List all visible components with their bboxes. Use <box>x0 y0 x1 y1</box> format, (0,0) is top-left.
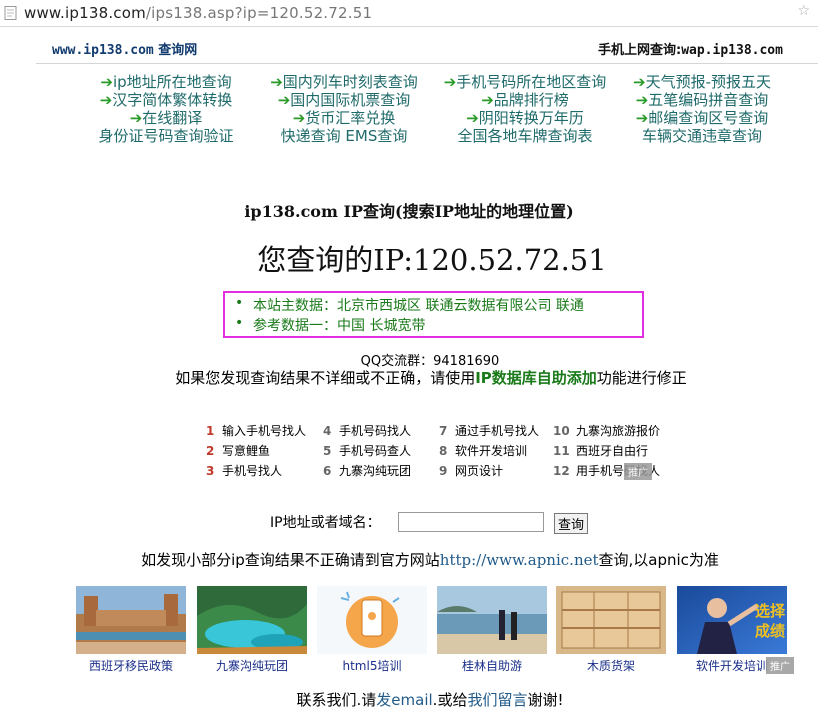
nav-link[interactable]: 全国各地车牌查询表 <box>436 127 614 145</box>
site-label: 查询网 <box>158 43 198 58</box>
nav-column-4: ➔天气预报-预报五天 ➔五笔编码拼音查询 ➔邮编查询区号查询 车辆交通违章查询 <box>622 73 782 145</box>
result-secondary: 参考数据一：中国 长城宽带 <box>235 315 425 335</box>
result-primary: 本站主数据：北京市西城区 联通云数据有限公司 联通 <box>235 295 584 315</box>
nav-link[interactable]: ➔品牌排行榜 <box>436 91 614 109</box>
result-box: 本站主数据：北京市西城区 联通云数据有限公司 联通 参考数据一：中国 长城宽带 <box>223 291 644 338</box>
apnic-link[interactable]: http://www.apnic.net <box>440 551 599 569</box>
gallery-image-5[interactable] <box>556 586 666 654</box>
ad-link[interactable]: 6 九寨沟纯玩团 <box>323 461 411 481</box>
ad-link[interactable]: 2 写意鲤鱼 <box>206 441 306 461</box>
nav-column-1: ➔ip地址所在地查询 ➔汉字简体繁体转换 ➔在线翻译 身份证号码查询验证 <box>92 73 240 145</box>
gallery-caption[interactable]: 木质货架 <box>556 657 666 674</box>
ad-link[interactable]: 4 手机号码找人 <box>323 421 411 441</box>
wap-domain: wap.ip138.com <box>681 43 783 58</box>
ip-domain-input[interactable] <box>398 512 544 532</box>
nav-link[interactable]: ➔货币汇率兑换 <box>262 109 426 127</box>
nav-column-2: ➔国内列车时刻表查询 ➔国内国际机票查询 ➔货币汇率兑换 快递查询 EMS查询 <box>262 73 426 145</box>
nav-link[interactable]: 快递查询 EMS查询 <box>262 127 426 145</box>
ad-column-2: 4 手机号码找人 5 手机号码查人 6 九寨沟纯玩团 <box>323 421 411 481</box>
address-bar[interactable]: www.ip138.com/ips138.asp?ip=120.52.72.51… <box>0 0 818 27</box>
nav-link[interactable]: ➔天气预报-预报五天 <box>622 73 782 91</box>
banner-text-2: 成绩 <box>755 622 785 640</box>
ip-value: 120.52.72.51 <box>413 243 607 277</box>
nav-link[interactable]: ➔国内国际机票查询 <box>262 91 426 109</box>
page-title: ip138.com IP查询(搜索IP地址的地理位置) <box>244 202 574 221</box>
url-domain: www.ip138.com <box>24 4 146 22</box>
nav-link[interactable]: 身份证号码查询验证 <box>92 127 240 145</box>
nav-link[interactable]: ➔手机号码所在地区查询 <box>436 73 614 91</box>
ad-column-3: 7 通过手机号找人 8 软件开发培训 9 网页设计 <box>439 421 539 481</box>
gallery-image-1[interactable] <box>76 586 186 654</box>
site-domain: www.ip138.com <box>52 43 154 58</box>
nav-link[interactable]: ➔阴阳转换万年历 <box>436 109 614 127</box>
ad-link[interactable]: 11 西班牙自由行 <box>553 441 660 461</box>
ip-query-form: IP地址或者域名： 查询 <box>270 512 588 534</box>
ad-link[interactable]: 10 九寨沟旅游报价 <box>553 421 660 441</box>
ip-heading: 您查询的IP:120.52.72.51 <box>0 237 818 279</box>
email-link[interactable]: 发email <box>376 691 432 709</box>
gallery-caption[interactable]: 西班牙移民政策 <box>76 657 186 674</box>
banner-photo-icon: 选择 成绩 <box>677 586 787 654</box>
bookmark-star-icon[interactable]: ☆ <box>797 3 810 19</box>
nav-link[interactable]: 车辆交通违章查询 <box>622 127 782 145</box>
header-divider <box>36 63 818 64</box>
ad-column-1: 1 输入手机号找人 2 写意鲤鱼 3 手机号找人 <box>206 421 306 481</box>
ad-link[interactable]: 1 输入手机号找人 <box>206 421 306 441</box>
lake-photo-icon <box>197 586 307 654</box>
nav-link[interactable]: ➔在线翻译 <box>92 109 240 127</box>
nav-link[interactable]: ➔ip地址所在地查询 <box>92 73 240 91</box>
nav-column-3: ➔手机号码所在地区查询 ➔品牌排行榜 ➔阴阳转换万年历 全国各地车牌查询表 <box>436 73 614 145</box>
ad-link[interactable]: 9 网页设计 <box>439 461 539 481</box>
ad-link[interactable]: 8 软件开发培训 <box>439 441 539 461</box>
gallery-image-2[interactable] <box>197 586 307 654</box>
ip-db-add-link[interactable]: IP数据库自助添加 <box>475 369 597 387</box>
url-text[interactable]: www.ip138.com/ips138.asp?ip=120.52.72.51 <box>24 4 372 22</box>
nav-link[interactable]: ➔邮编查询区号查询 <box>622 109 782 127</box>
wap-label: 手机上网查询: <box>598 43 682 58</box>
fix-notice: 如果您发现查询结果不详细或不正确，请使用IP数据库自助添加功能进行修正 <box>175 369 687 387</box>
gallery-image-4[interactable] <box>437 586 547 654</box>
nav-link[interactable]: ➔国内列车时刻表查询 <box>262 73 426 91</box>
query-button[interactable]: 查询 <box>554 513 588 534</box>
ad-link[interactable]: 5 手机号码查人 <box>323 441 411 461</box>
shelf-photo-icon <box>556 586 666 654</box>
wap-link[interactable]: 手机上网查询:wap.ip138.com <box>598 39 783 58</box>
page-icon <box>4 6 17 20</box>
ad-link[interactable]: 3 手机号找人 <box>206 461 306 481</box>
site-home-link[interactable]: www.ip138.com 查询网 <box>52 39 197 58</box>
gallery-image-3[interactable] <box>317 586 427 654</box>
gallery-image-6[interactable]: 选择 成绩 <box>677 586 787 654</box>
ip-label: 您查询的IP: <box>257 243 413 277</box>
nav-link[interactable]: ➔五笔编码拼音查询 <box>622 91 782 109</box>
gallery-caption[interactable]: 九寨沟纯玩团 <box>197 657 307 674</box>
nav-link[interactable]: ➔汉字简体繁体转换 <box>92 91 240 109</box>
banner-text-1: 选择 <box>755 602 786 620</box>
gallery-caption[interactable]: 桂林自助游 <box>437 657 547 674</box>
gallery-caption[interactable]: html5培训 <box>317 657 427 674</box>
plaza-photo-icon <box>76 586 186 654</box>
contact-line: 联系我们.请发email.或给我们留言谢谢! <box>296 691 564 709</box>
url-path: /ips138.asp?ip=120.52.72.51 <box>145 4 373 22</box>
message-link[interactable]: 我们留言 <box>467 691 527 709</box>
beach-photo-icon <box>437 586 547 654</box>
ad-tag[interactable]: 推广 <box>624 463 652 480</box>
gallery-ad-tag[interactable]: 推广 <box>766 657 794 674</box>
query-label: IP地址或者域名： <box>270 515 381 531</box>
apnic-notice: 如发现小部分ip查询结果不正确请到官方网站http://www.apnic.ne… <box>141 551 719 569</box>
phone-icon <box>317 586 427 654</box>
ad-link[interactable]: 7 通过手机号找人 <box>439 421 539 441</box>
